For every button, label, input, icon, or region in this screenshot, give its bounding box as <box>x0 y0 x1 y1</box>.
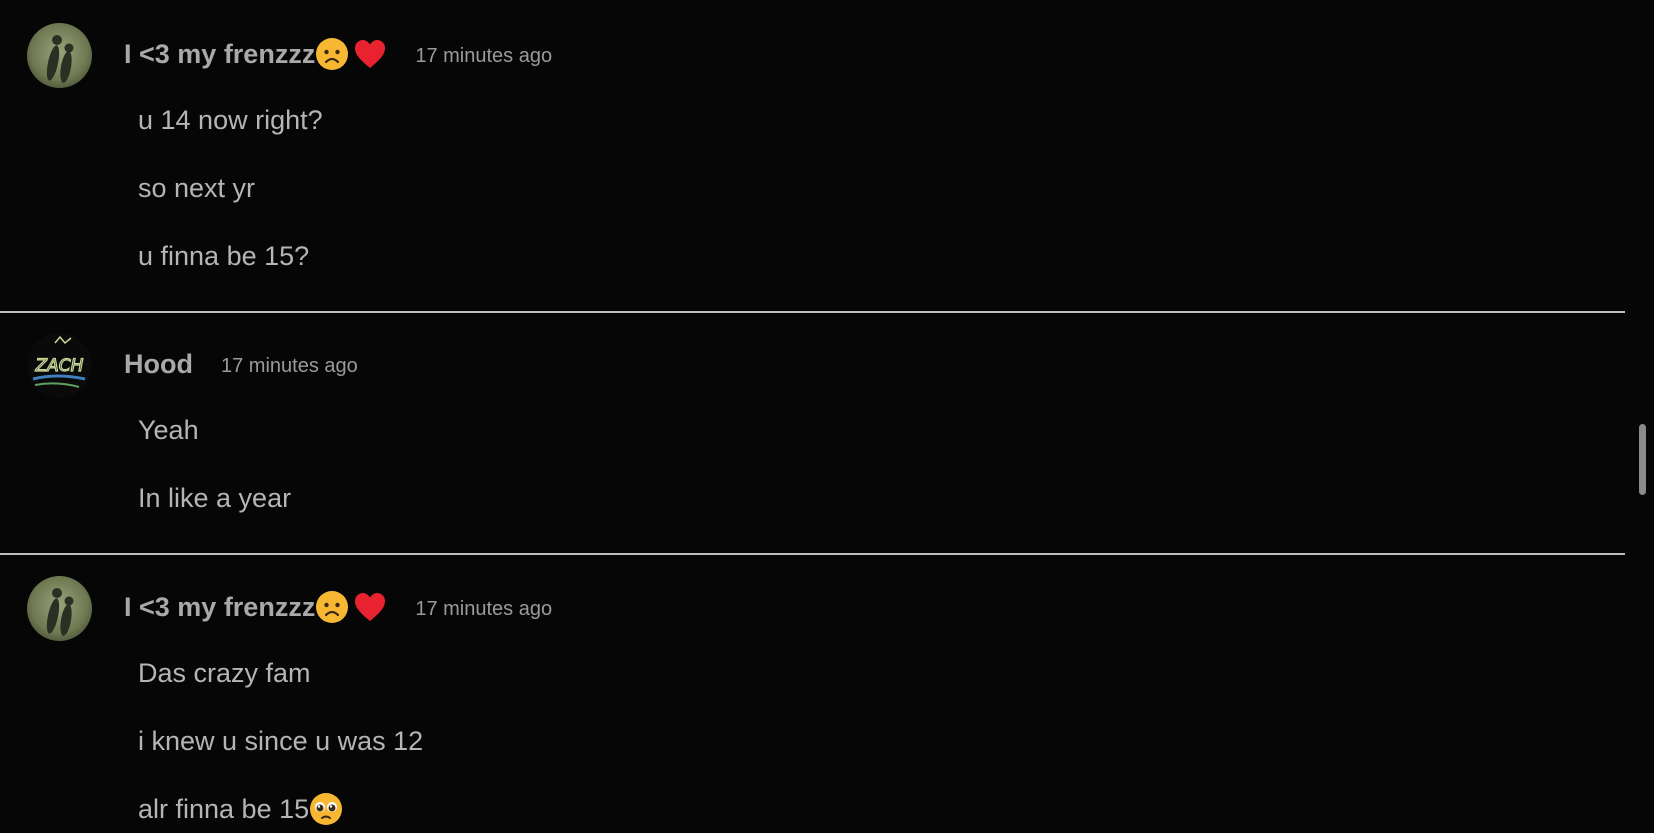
message-text: so next yr <box>138 172 256 203</box>
graffiti-avatar-image: ZACH <box>27 333 92 398</box>
frowning-face-icon <box>315 590 349 624</box>
username[interactable]: I <3 my frenzzz <box>124 39 315 70</box>
message-group: I <3 my frenzzz 17 minutes ago Das crazy… <box>0 555 1625 833</box>
shadow-silhouette-avatar-image <box>27 23 92 88</box>
avatar[interactable] <box>27 576 92 641</box>
message-text: alr finna be 15 <box>138 793 310 824</box>
message-header: I <3 my frenzzz 17 minutes ago <box>124 34 552 74</box>
message-group: I <3 my frenzzz 17 minutes ago u 14 now … <box>0 0 1625 312</box>
shadow-silhouette-avatar-image <box>27 576 92 641</box>
message-group: ZACH Hood 17 minutes ago Yeah In like a … <box>0 313 1625 553</box>
avatar[interactable]: ZACH <box>27 333 92 398</box>
message-text: In like a year <box>138 482 292 513</box>
avatar-graffiti-text: ZACH <box>35 356 84 376</box>
avatar[interactable] <box>27 23 92 88</box>
message-text: Das crazy fam <box>138 657 311 688</box>
timestamp: 17 minutes ago <box>415 597 553 620</box>
pleading-face-icon <box>309 792 343 826</box>
timestamp: 17 minutes ago <box>220 354 358 377</box>
message-header: I <3 my frenzzz 17 minutes ago <box>124 587 552 627</box>
message-text: i knew u since u was 12 <box>138 725 424 756</box>
message-text: u 14 now right? <box>138 104 323 135</box>
username[interactable]: Hood <box>124 349 193 380</box>
frowning-face-icon <box>315 37 349 71</box>
message-text: u finna be 15? <box>138 240 310 271</box>
message-header: Hood 17 minutes ago <box>124 344 358 384</box>
message-text-with-emoji: alr finna be 15 <box>138 789 343 829</box>
red-heart-icon <box>353 37 387 71</box>
timestamp: 17 minutes ago <box>415 44 553 67</box>
red-heart-icon <box>353 590 387 624</box>
message-text: Yeah <box>138 414 199 445</box>
username[interactable]: I <3 my frenzzz <box>124 592 315 623</box>
chat-feed: I <3 my frenzzz 17 minutes ago u 14 now … <box>0 0 1654 833</box>
scrollbar-thumb[interactable] <box>1639 424 1646 495</box>
